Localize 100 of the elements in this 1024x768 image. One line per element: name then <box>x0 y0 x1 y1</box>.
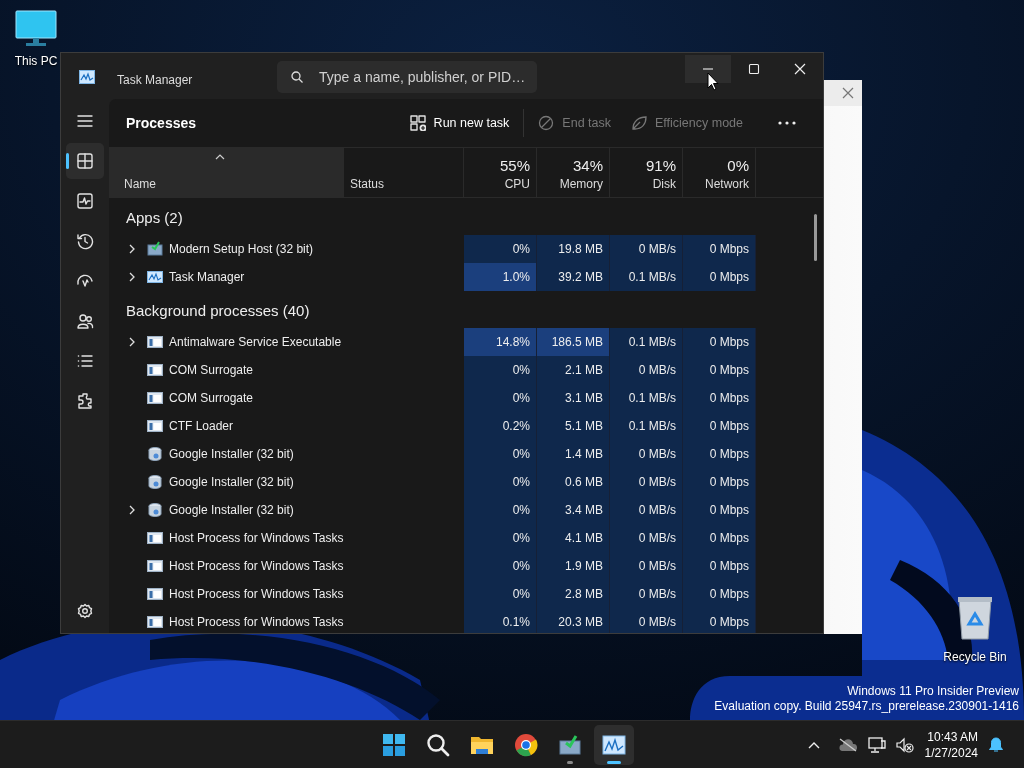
column-header[interactable]: Status <box>350 175 385 193</box>
start-icon <box>382 732 406 757</box>
column-header[interactable]: Network <box>705 175 749 193</box>
chevron-up-icon <box>807 740 820 749</box>
app-window-icon <box>147 530 163 546</box>
table-cell: 0 MB/s <box>610 580 683 608</box>
nav-button[interactable] <box>66 143 104 179</box>
table-cell: 39.2 MB <box>537 263 610 291</box>
browser-icon <box>514 732 538 757</box>
column-header[interactable]: Memory <box>559 175 603 193</box>
column-header[interactable]: Disk <box>652 175 676 193</box>
table-cell: 0% <box>464 496 537 524</box>
process-name: CTF Loader <box>169 418 234 435</box>
installer-icon <box>147 446 163 462</box>
users-icon <box>76 312 94 330</box>
table-cell: 5.1 MB <box>537 412 610 440</box>
process-name: Google Installer (32 bit) <box>169 474 294 491</box>
table-cell: 0 Mbps <box>683 263 756 291</box>
table-cell: 0 Mbps <box>683 384 756 412</box>
cursor-icon <box>707 72 719 91</box>
table-cell: 0.1 MB/s <box>610 263 683 291</box>
search-icon <box>291 71 303 83</box>
setup-icon <box>147 241 163 257</box>
chevron-icon <box>129 505 135 515</box>
recycle-bin-icon <box>957 596 993 640</box>
table-cell: 0.1% <box>464 608 537 633</box>
minimize-button[interactable] <box>685 55 731 83</box>
monitor-icon <box>15 10 57 48</box>
chevron-icon <box>129 272 135 282</box>
app-window-icon <box>147 390 163 406</box>
process-name: Host Process for Windows Tasks <box>169 530 344 547</box>
table-cell: 0.1 MB/s <box>610 384 683 412</box>
table-cell: 0 MB/s <box>610 468 683 496</box>
scrollbar-thumb[interactable] <box>814 214 817 261</box>
clock[interactable]: 10:43 AM 1/27/2024 <box>918 728 984 761</box>
app-window-icon <box>147 334 163 350</box>
table-cell: 1.9 MB <box>537 552 610 580</box>
table-cell: 0 Mbps <box>683 356 756 384</box>
icon-label[interactable]: This PC <box>14 52 58 70</box>
table-cell: 0 Mbps <box>683 580 756 608</box>
app-window-icon <box>147 614 163 630</box>
icon-label[interactable]: Recycle Bin <box>943 648 1007 666</box>
taskbar-button[interactable] <box>594 724 634 765</box>
settings-icon <box>77 603 93 619</box>
maximize-icon <box>748 63 760 75</box>
build-info-text: Windows 11 Pro Insider Preview <box>846 684 1019 699</box>
table-cell: 0.1 MB/s <box>610 412 683 440</box>
installer-icon <box>147 474 163 490</box>
table-cell: 0 MB/s <box>610 496 683 524</box>
table-cell: 2.8 MB <box>537 580 610 608</box>
table-cell: 19.8 MB <box>537 235 610 263</box>
table-cell: 0% <box>464 524 537 552</box>
process-name: Host Process for Windows Tasks <box>169 586 344 603</box>
group-header: Background processes (40) <box>126 300 310 321</box>
table-cell: 0.6 MB <box>537 468 610 496</box>
table-cell: 0 Mbps <box>683 608 756 633</box>
page-title: Processes <box>126 114 198 132</box>
table-cell: 0 MB/s <box>610 440 683 468</box>
table-cell: 0% <box>464 552 537 580</box>
app-window-icon <box>147 362 163 378</box>
chevron-icon <box>129 244 135 254</box>
grid-icon <box>76 152 94 170</box>
table-cell: 3.1 MB <box>537 384 610 412</box>
app-window-icon <box>147 418 163 434</box>
table-cell: 0% <box>464 384 537 412</box>
process-name: Antimalware Service Executable <box>169 334 342 351</box>
run-task-icon <box>409 115 426 131</box>
chevron-icon <box>129 337 135 347</box>
table-cell: 0% <box>464 468 537 496</box>
table-cell: 0 Mbps <box>683 552 756 580</box>
column-header[interactable]: CPU <box>504 175 530 193</box>
volume-muted-icon <box>895 736 914 753</box>
table-cell: 0 MB/s <box>610 552 683 580</box>
column-header[interactable]: Name <box>109 148 344 197</box>
usage-percent: 34% <box>572 155 603 175</box>
table-cell: 4.1 MB <box>537 524 610 552</box>
usage-percent: 91% <box>645 155 676 175</box>
table-cell: 0.2% <box>464 412 537 440</box>
history-icon <box>76 232 94 250</box>
table-cell: 0 MB/s <box>610 524 683 552</box>
installer-icon <box>147 502 163 518</box>
process-name: COM Surrogate <box>169 362 254 379</box>
more-icon <box>778 121 796 125</box>
network-icon <box>867 735 886 754</box>
table-cell: 0% <box>464 440 537 468</box>
app-window-icon <box>147 586 163 602</box>
search-field[interactable]: Type a name, publisher, or PID… <box>277 61 537 93</box>
table-cell: 0 MB/s <box>610 235 683 263</box>
table-cell: 1.0% <box>464 263 537 291</box>
table-cell: 2.1 MB <box>537 356 610 384</box>
process-name: Google Installer (32 bit) <box>169 502 294 519</box>
chart-icon <box>79 70 95 84</box>
chart-icon <box>602 732 626 757</box>
toolbar-button[interactable]: Run new task <box>399 107 520 139</box>
app-window-icon <box>147 558 163 574</box>
table-cell: 0 Mbps <box>683 328 756 356</box>
process-name: Host Process for Windows Tasks <box>169 558 344 575</box>
bell-icon <box>989 736 1003 753</box>
table-cell: 0 Mbps <box>683 524 756 552</box>
table-cell: 0 Mbps <box>683 496 756 524</box>
